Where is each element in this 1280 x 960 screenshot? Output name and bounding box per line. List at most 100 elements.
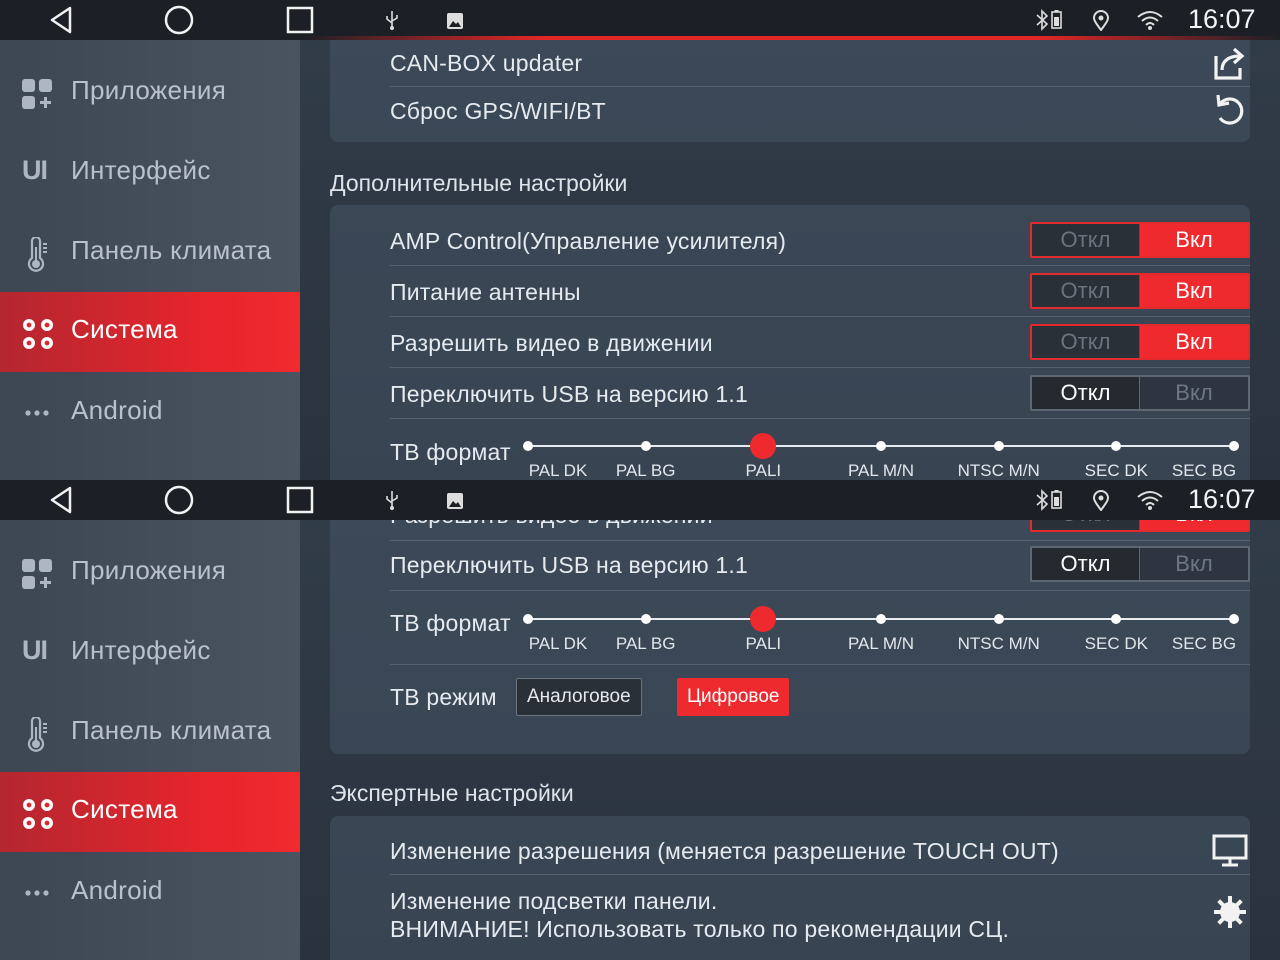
tv-format-option-label[interactable]: PAL BG (616, 634, 676, 654)
slider-stop[interactable] (993, 441, 1004, 451)
recent-apps-icon[interactable] (284, 4, 316, 36)
toggle-on[interactable]: Вкл (1140, 377, 1248, 409)
tv-format-option-label[interactable]: SEC BG (1172, 461, 1236, 480)
settings-card-expert: Изменение разрешения (меняется разрешени… (330, 816, 1250, 960)
thermometer-icon (27, 717, 47, 752)
screen-bottom: 16:07 Приложения UI Интерфейс Панель кли… (0, 480, 1280, 960)
slider-stop[interactable] (1229, 614, 1239, 624)
tv-mode-analog-button[interactable]: Аналоговое (516, 678, 642, 716)
sidebar-item-climate[interactable]: Панель климата (0, 213, 300, 293)
home-icon[interactable] (163, 4, 195, 36)
location-icon (1092, 490, 1110, 511)
monitor-icon[interactable] (1210, 831, 1250, 871)
tv-format-slider[interactable]: PAL DK PAL BG PALI PAL M/N NTSC M/N SEC DK SEC… (523, 606, 1239, 658)
tv-mode-label: ТВ режим (390, 684, 497, 710)
apps-grid-icon (22, 79, 52, 109)
tv-format-option-label[interactable]: PAL M/N (848, 634, 914, 654)
slider-knob[interactable] (750, 433, 777, 459)
video-in-motion-toggle[interactable]: Откл Вкл (1030, 520, 1250, 532)
toggle-off[interactable]: Откл (1032, 548, 1140, 580)
can-box-updater-label[interactable]: CAN-BOX updater (390, 50, 582, 77)
sidebar-item-system[interactable]: Система (0, 292, 300, 372)
sidebar-item-apps[interactable]: Приложения (0, 53, 300, 133)
sidebar-item-label: Android (71, 395, 163, 425)
tv-format-option-label[interactable]: PAL BG (616, 461, 676, 480)
slider-stop[interactable] (993, 614, 1004, 624)
divider (390, 590, 1250, 591)
screen-top: 16:07 Приложения UI Интерфейс Панель кли… (0, 0, 1280, 480)
slider-stop[interactable] (1111, 441, 1122, 451)
reset-gps-wifi-bt-label[interactable]: Сброс GPS/WIFI/BT (390, 98, 606, 125)
slider-stop[interactable] (876, 441, 886, 451)
sidebar-item-android[interactable]: Android (0, 373, 300, 453)
antenna-power-toggle[interactable]: Откл Вкл (1030, 273, 1250, 309)
resolution-change-label[interactable]: Изменение разрешения (меняется разрешени… (390, 838, 1059, 865)
tv-format-option-label[interactable]: SEC DK (1085, 461, 1148, 480)
more-dots-icon (25, 890, 49, 896)
toggle-on[interactable]: Вкл (1140, 520, 1248, 530)
tv-format-slider[interactable]: PAL DK PAL BG PALI PAL M/N NTSC M/N SEC DK SEC… (523, 433, 1239, 480)
tv-format-option-label[interactable]: PAL DK (529, 634, 588, 654)
settings-content: Разрешить видео в движении Откл Вкл Пере… (300, 520, 1280, 960)
sidebar-item-android[interactable]: Android (0, 853, 300, 933)
sidebar-item-label: Система (71, 794, 178, 824)
tv-format-option-label[interactable]: PALI (746, 634, 782, 654)
divider (390, 265, 1250, 266)
gear-icon[interactable] (1210, 892, 1250, 932)
toggle-on[interactable]: Вкл (1140, 224, 1248, 256)
slider-knob[interactable] (750, 606, 777, 632)
toggle-on[interactable]: Вкл (1140, 326, 1248, 358)
share-export-icon[interactable] (1210, 44, 1250, 84)
backlight-change-label[interactable]: Изменение подсветки панели. (390, 888, 717, 915)
toggle-off[interactable]: Откл (1032, 326, 1140, 358)
toggle-off[interactable]: Откл (1032, 520, 1140, 530)
sidebar-item-system[interactable]: Система (0, 772, 300, 852)
home-icon[interactable] (163, 484, 195, 516)
tv-format-option-label[interactable]: NTSC M/N (958, 634, 1040, 654)
slider-stop[interactable] (523, 614, 533, 624)
tv-mode-digital-button[interactable]: Цифровое (677, 678, 790, 716)
back-icon[interactable] (46, 484, 78, 516)
image-icon (447, 13, 463, 29)
tv-format-option-label[interactable]: SEC BG (1172, 634, 1236, 654)
usb-version-label: Переключить USB на версию 1.1 (390, 381, 748, 407)
tv-format-option-label[interactable]: NTSC M/N (958, 461, 1040, 480)
tv-format-label: ТВ формат (390, 610, 511, 636)
video-in-motion-toggle[interactable]: Откл Вкл (1030, 324, 1250, 360)
usb-version-toggle[interactable]: Откл Вкл (1030, 546, 1250, 582)
slider-stop[interactable] (1111, 614, 1122, 624)
toggle-off[interactable]: Откл (1032, 275, 1140, 307)
divider (390, 540, 1250, 541)
tv-format-option-label[interactable]: PAL M/N (848, 461, 914, 480)
slider-stop[interactable] (523, 441, 533, 451)
toggle-on[interactable]: Вкл (1140, 275, 1248, 307)
antenna-power-label: Питание антенны (390, 279, 581, 305)
usb-version-toggle[interactable]: Откл Вкл (1030, 375, 1250, 411)
sidebar-item-interface[interactable]: UI Интерфейс (0, 133, 300, 213)
sidebar-item-apps[interactable]: Приложения (0, 533, 300, 613)
clock: 16:07 (1188, 484, 1256, 514)
sidebar-item-label: Панель климата (71, 235, 272, 265)
toggle-off[interactable]: Откл (1032, 224, 1140, 256)
recent-apps-icon[interactable] (284, 484, 316, 516)
toggle-on[interactable]: Вкл (1140, 548, 1248, 580)
reset-icon[interactable] (1210, 90, 1250, 130)
thermometer-icon (27, 237, 47, 272)
sidebar-item-climate[interactable]: Панель климата (0, 693, 300, 773)
slider-stop[interactable] (1229, 441, 1239, 451)
backlight-warning-label: ВНИМАНИЕ! Использовать только по рекомен… (390, 916, 1010, 942)
back-icon[interactable] (46, 4, 78, 36)
slider-stop[interactable] (640, 441, 651, 451)
gears-icon (23, 319, 53, 349)
usb-version-label: Переключить USB на версию 1.1 (390, 552, 748, 578)
sidebar-item-label: Приложения (71, 555, 227, 585)
slider-stop[interactable] (640, 614, 651, 624)
sidebar-item-interface[interactable]: UI Интерфейс (0, 613, 300, 693)
toggle-off[interactable]: Откл (1032, 377, 1140, 409)
amp-control-toggle[interactable]: Откл Вкл (1030, 222, 1250, 258)
tv-format-option-label[interactable]: PALI (746, 461, 782, 480)
slider-stop[interactable] (876, 614, 886, 624)
settings-card-additional: AMP Control(Управление усилителя) Откл В… (330, 205, 1250, 480)
tv-format-option-label[interactable]: SEC DK (1085, 634, 1148, 654)
tv-format-option-label[interactable]: PAL DK (529, 461, 588, 480)
